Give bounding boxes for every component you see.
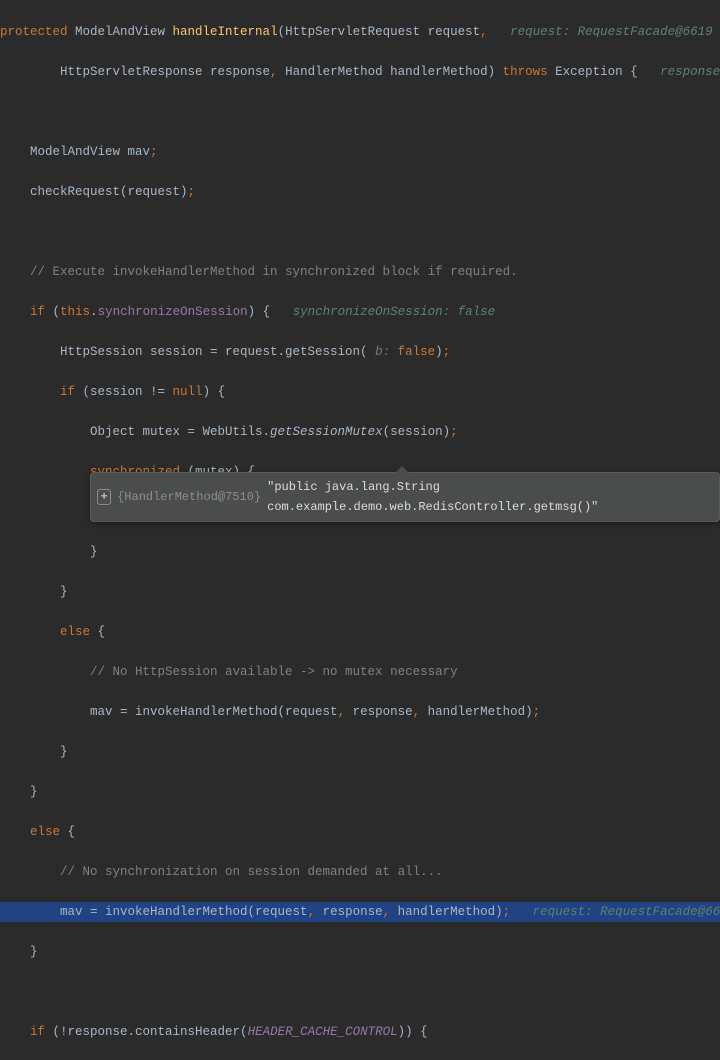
code-line: } [0,742,720,762]
param-inlay: b: [368,345,398,359]
code-line: else { [0,622,720,642]
method-name: handleInternal [173,25,278,39]
code-line: if (session != null) { [0,382,720,402]
code-line: } [0,542,720,562]
code-line: checkRequest(request); [0,182,720,202]
debug-inlay: synchronizeOnSession: false [270,305,495,319]
expand-icon[interactable]: + [97,489,111,505]
comment: // No synchronization on session demande… [0,865,443,879]
field-ref: synchronizeOnSession [98,305,248,319]
code-line: HttpServletResponse response, HandlerMet… [0,62,720,82]
code-line: // No synchronization on session demande… [0,862,720,882]
code-line: // No HttpSession available -> no mutex … [0,662,720,682]
code-line: if (!response.containsHeader(HEADER_CACH… [0,1022,720,1042]
comment: // No HttpSession available -> no mutex … [0,665,458,679]
debug-inlay: request: RequestFacade@6619 [488,25,713,39]
code-line: } [0,782,720,802]
code-line: } [0,582,720,602]
code-line [0,102,720,122]
code-editor[interactable]: protected ModelAndView handleInternal(Ht… [0,0,720,530]
tooltip-object-id: {HandlerMethod@7510} [117,487,261,507]
tooltip-signature: "public java.lang.String com.example.dem… [267,477,709,517]
code-line: // Execute invokeHandlerMethod in synchr… [0,262,720,282]
code-line: protected ModelAndView handleInternal(Ht… [0,22,720,42]
tooltip-arrow-icon [395,466,409,473]
code-line-current[interactable]: mav = invokeHandlerMethod(request, respo… [0,902,720,922]
code-line: mav = invokeHandlerMethod(request, respo… [0,702,720,722]
code-line: HttpSession session = request.getSession… [0,342,720,362]
constant-ref: HEADER_CACHE_CONTROL [248,1025,398,1039]
code-line: else { [0,822,720,842]
code-line: Object mutex = WebUtils.getSessionMutex(… [0,422,720,442]
code-line [0,982,720,1002]
code-line: ModelAndView mav; [0,142,720,162]
code-line: } [0,942,720,962]
keyword-protected: protected [0,25,68,39]
debug-inlay: request: RequestFacade@6619 resp [510,905,720,919]
debugger-tooltip[interactable]: + {HandlerMethod@7510} "public java.lang… [90,472,720,522]
debug-inlay: response: Respon [638,65,720,79]
comment: // Execute invokeHandlerMethod in synchr… [0,265,518,279]
code-line: if (this.synchronizeOnSession) { synchro… [0,302,720,322]
code-line [0,222,720,242]
